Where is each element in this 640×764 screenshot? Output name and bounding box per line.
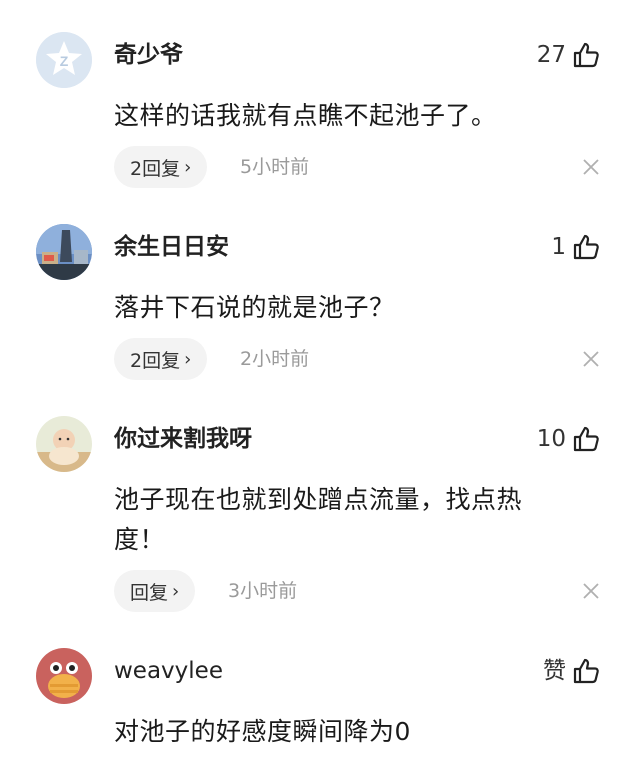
thumbs-up-icon — [573, 426, 599, 452]
close-icon[interactable] — [582, 582, 600, 600]
svg-text:Z: Z — [60, 53, 69, 69]
username[interactable]: 奇少爷 — [114, 40, 183, 70]
username[interactable]: 余生日日安 — [114, 232, 229, 262]
like-button[interactable]: 27 — [537, 40, 600, 70]
close-icon[interactable] — [582, 350, 600, 368]
timestamp: 5小时前 — [240, 156, 310, 178]
comment-item: weavylee 赞 对池子的好感度瞬间降为0 — [0, 616, 640, 764]
qq-default-avatar-icon: Z — [36, 32, 92, 88]
comment-text: 落井下石说的就是池子？ — [114, 293, 395, 322]
reply-label: 回复 — [130, 581, 169, 604]
like-button[interactable]: 1 — [551, 232, 600, 262]
like-count: 10 — [536, 426, 566, 452]
thumbs-up-icon — [573, 658, 599, 684]
timestamp: 2小时前 — [240, 348, 310, 370]
avatar[interactable] — [36, 416, 92, 472]
avatar[interactable] — [36, 648, 92, 704]
chevron-right-icon: › — [172, 580, 180, 602]
comment-text-line: 度！ — [114, 525, 166, 554]
thumbs-up-icon — [573, 234, 599, 260]
reply-button[interactable]: 2回复 › — [114, 146, 208, 188]
comment-item: 你过来割我呀 10 池子现在也就到处蹭点流量，找点热 度！ 回复 › 3小时前 — [0, 384, 640, 624]
comment-item: Z 奇少爷 27 这样的话我就有点瞧不起池子了。 2回复 › 5小时前 — [0, 0, 640, 200]
avatar[interactable] — [36, 224, 92, 280]
timestamp: 3小时前 — [228, 580, 298, 602]
username[interactable]: weavylee — [114, 656, 223, 686]
comment-text: 对池子的好感度瞬间降为0 — [114, 717, 411, 746]
baby-photo-avatar — [36, 416, 92, 472]
comment-text: 这样的话我就有点瞧不起池子了。 — [114, 101, 497, 130]
like-count: 27 — [536, 42, 566, 68]
city-photo-avatar — [36, 224, 92, 280]
reply-button[interactable]: 回复 › — [114, 570, 196, 612]
chevron-right-icon: › — [184, 156, 192, 178]
close-icon[interactable] — [582, 158, 600, 176]
like-button[interactable]: 赞 — [543, 656, 600, 686]
thumbs-up-icon — [573, 42, 599, 68]
username[interactable]: 你过来割我呀 — [114, 424, 252, 454]
like-button[interactable]: 10 — [537, 424, 600, 454]
comment-text-line: 池子现在也就到处蹭点流量，找点热 — [114, 485, 523, 514]
chevron-right-icon: › — [184, 348, 192, 370]
reply-button[interactable]: 2回复 › — [114, 338, 208, 380]
reply-label: 2回复 — [130, 349, 181, 372]
comment-item: 余生日日安 1 落井下石说的就是池子？ 2回复 › 2小时前 — [0, 192, 640, 392]
comment-text: 池子现在也就到处蹭点流量，找点热 度！ — [114, 480, 584, 560]
reply-label: 2回复 — [130, 157, 181, 180]
like-count: 1 — [551, 234, 566, 260]
like-label: 赞 — [543, 658, 566, 684]
avatar[interactable]: Z — [36, 32, 92, 88]
cartoon-avatar — [36, 648, 92, 704]
